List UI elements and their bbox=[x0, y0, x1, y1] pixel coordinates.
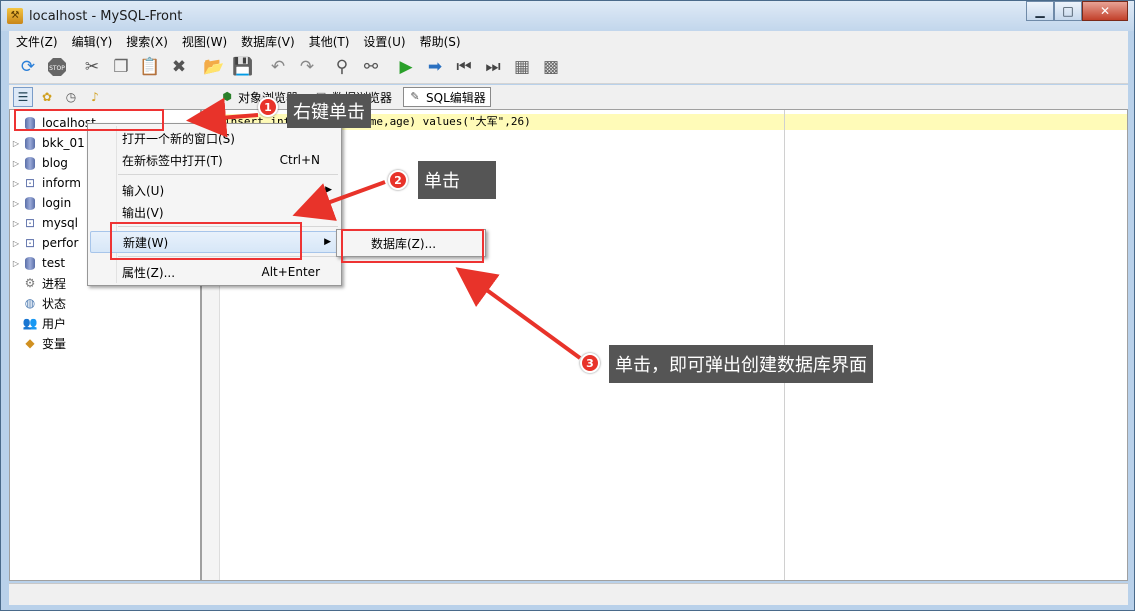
menu-file[interactable]: 文件(Z) bbox=[9, 33, 65, 50]
tree-item-label: bkk_01 bbox=[42, 136, 85, 150]
expand-arrow-icon[interactable]: ▷ bbox=[10, 259, 22, 268]
menu-view[interactable]: 视图(W) bbox=[175, 33, 234, 50]
run-icon[interactable]: ▶ bbox=[393, 54, 419, 80]
system-database-icon: ⊡ bbox=[24, 236, 36, 250]
first-record-icon[interactable]: ⏮ bbox=[451, 54, 477, 80]
open-icon[interactable]: 📂 bbox=[201, 54, 227, 80]
annotation-callout-3: 单击，即可弹出创建数据库界面 bbox=[609, 345, 873, 383]
undo-icon[interactable]: ↶ bbox=[265, 54, 291, 80]
expand-arrow-icon[interactable]: ▷ bbox=[10, 159, 22, 168]
menu-bar: 文件(Z) 编辑(Y) 搜索(X) 视图(W) 数据库(V) 其他(T) 设置(… bbox=[9, 31, 1128, 51]
close-button[interactable]: ✕ bbox=[1082, 1, 1128, 21]
history-icon[interactable]: ◷ bbox=[61, 87, 81, 107]
menu-other[interactable]: 其他(T) bbox=[302, 33, 357, 50]
system-database-icon: ⊡ bbox=[24, 216, 36, 230]
shortcut-label: Ctrl+N bbox=[279, 153, 320, 167]
maximize-button[interactable]: □ bbox=[1054, 1, 1082, 21]
menu-item-import[interactable]: 输入(U) ▶ bbox=[90, 179, 340, 201]
menu-help[interactable]: 帮助(S) bbox=[413, 33, 468, 50]
mysql-front-app-icon: ⚒ bbox=[7, 8, 23, 24]
run-selection-icon[interactable]: ➡ bbox=[422, 54, 448, 80]
variables-icon: ◆ bbox=[25, 336, 35, 350]
menu-item-open-in-new-tab[interactable]: 在新标签中打开(T) Ctrl+N bbox=[90, 149, 340, 171]
menu-search[interactable]: 搜索(X) bbox=[119, 33, 175, 50]
submenu-arrow-icon: ▶ bbox=[324, 237, 331, 247]
menu-item-export[interactable]: 输出(V) ▶ bbox=[90, 201, 340, 223]
tab-sql-editor-label: SQL编辑器 bbox=[426, 90, 486, 105]
submenu-arrow-icon: ▶ bbox=[325, 207, 332, 217]
tab-sql-editor[interactable]: ✎ SQL编辑器 bbox=[403, 87, 491, 107]
tree-item-label: inform bbox=[42, 176, 81, 190]
expand-arrow-icon[interactable]: ▷ bbox=[10, 179, 22, 188]
redo-icon[interactable]: ↷ bbox=[294, 54, 320, 80]
tree-item-label: mysql bbox=[42, 216, 78, 230]
tree-item-status[interactable]: ◍ 状态 bbox=[10, 293, 200, 313]
last-record-icon[interactable]: ⏭ bbox=[480, 54, 506, 80]
object-browser-icon: ⬢ bbox=[222, 90, 232, 103]
tree-view-icon[interactable]: ☰ bbox=[13, 87, 33, 107]
database-icon bbox=[22, 156, 38, 170]
tree-item-label: blog bbox=[42, 156, 68, 170]
annotation-badge-3: 3 bbox=[580, 353, 600, 373]
expand-arrow-icon[interactable]: ▷ bbox=[10, 199, 22, 208]
tree-item-label: test bbox=[42, 256, 66, 270]
sql-history-icon[interactable]: ♪ bbox=[85, 87, 105, 107]
expand-arrow-icon[interactable]: ▷ bbox=[10, 139, 22, 148]
annotation-box-new-menu bbox=[110, 222, 302, 260]
window-controls: ▁ □ ✕ bbox=[1026, 1, 1128, 21]
sql-editor-icon: ✎ bbox=[410, 90, 420, 103]
menu-settings[interactable]: 设置(U) bbox=[356, 33, 412, 50]
tree-item-label: 进程 bbox=[42, 276, 67, 291]
panel-toolbar: ☰ ✿ ◷ ♪ ⬢ 对象浏览器 ▤ 数据浏览器 ✎ SQL编辑器 bbox=[9, 85, 1128, 109]
app-window: ⚒ localhost - MySQL-Front ▁ □ ✕ 文件(Z) 编辑… bbox=[0, 0, 1135, 611]
annotation-badge-2: 2 bbox=[388, 170, 408, 190]
paste-icon[interactable]: 📋 bbox=[137, 54, 163, 80]
annotation-badge-1: 1 bbox=[258, 97, 278, 117]
window-title: localhost - MySQL-Front bbox=[29, 8, 183, 24]
tree-item-variables[interactable]: ◆ 变量 bbox=[10, 333, 200, 353]
users-icon: 👥 bbox=[22, 316, 38, 330]
cut-icon[interactable]: ✂ bbox=[79, 54, 105, 80]
database-icon bbox=[22, 256, 38, 270]
minimize-button[interactable]: ▁ bbox=[1026, 1, 1054, 21]
menu-item-properties[interactable]: 属性(Z)... Alt+Enter bbox=[90, 261, 340, 283]
menu-database[interactable]: 数据库(V) bbox=[234, 33, 302, 50]
expand-arrow-icon[interactable]: ▷ bbox=[10, 219, 22, 228]
find-icon[interactable]: ⚲ bbox=[329, 54, 355, 80]
context-menu: 打开一个新的窗口(S) 在新标签中打开(T) Ctrl+N 输入(U) ▶ 输出… bbox=[87, 123, 342, 286]
grid-insert-icon[interactable]: ▦ bbox=[509, 54, 535, 80]
system-database-icon: ⊡ bbox=[24, 176, 36, 190]
refresh-icon[interactable]: ⟳ bbox=[15, 54, 41, 80]
delete-icon[interactable]: ✖ bbox=[166, 54, 192, 80]
submenu-arrow-icon: ▶ bbox=[325, 185, 332, 195]
svg-text:STOP: STOP bbox=[49, 65, 65, 72]
tree-item-users[interactable]: 👥 用户 bbox=[10, 313, 200, 333]
tree-item-label: perfor bbox=[42, 236, 79, 250]
annotation-box-new-database bbox=[341, 229, 484, 263]
annotation-box-localhost bbox=[14, 109, 164, 131]
status-icon: ◍ bbox=[24, 296, 36, 310]
save-icon[interactable]: 💾 bbox=[230, 54, 256, 80]
title-bar[interactable]: ⚒ localhost - MySQL-Front ▁ □ ✕ bbox=[1, 1, 1134, 31]
favorites-icon[interactable]: ✿ bbox=[37, 87, 57, 107]
menu-separator bbox=[118, 174, 338, 175]
database-icon bbox=[22, 196, 38, 210]
status-bar bbox=[9, 583, 1128, 605]
tree-item-label: 状态 bbox=[42, 296, 67, 311]
annotation-callout-2: 单击 bbox=[418, 161, 496, 199]
replace-icon[interactable]: ⚯ bbox=[358, 54, 384, 80]
grid-delete-icon[interactable]: ▩ bbox=[538, 54, 564, 80]
copy-icon[interactable]: ❐ bbox=[108, 54, 134, 80]
shortcut-label: Alt+Enter bbox=[261, 265, 320, 279]
process-icon: ⚙ bbox=[24, 276, 36, 290]
tree-item-label: 变量 bbox=[42, 336, 67, 351]
expand-arrow-icon[interactable]: ▷ bbox=[10, 239, 22, 248]
stop-icon[interactable]: STOP bbox=[44, 54, 70, 80]
tree-item-label: login bbox=[42, 196, 72, 210]
annotation-callout-1: 右键单击 bbox=[287, 94, 371, 128]
menu-edit[interactable]: 编辑(Y) bbox=[65, 33, 120, 50]
database-icon bbox=[22, 136, 38, 150]
tree-item-label: 用户 bbox=[42, 316, 67, 331]
main-toolbar: ⟳ STOP ✂ ❐ 📋 ✖ 📂 💾 ↶ ↷ ⚲ ⚯ ▶ ➡ ⏮ ⏭ ▦ ▩ bbox=[9, 51, 1128, 84]
